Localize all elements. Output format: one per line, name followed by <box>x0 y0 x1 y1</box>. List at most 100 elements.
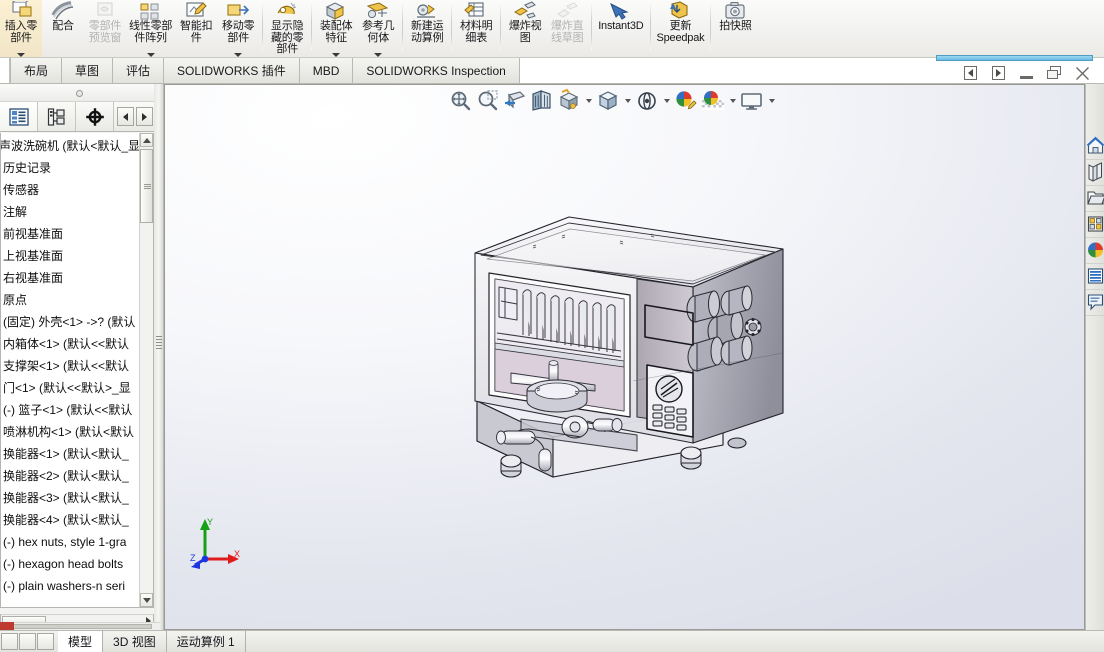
chevron-down-icon[interactable] <box>234 53 243 57</box>
panel-splitter[interactable] <box>154 84 164 630</box>
tree-item[interactable]: 换能器<3> (默认<默认_ <box>1 487 139 509</box>
file-explorer-icon[interactable] <box>1086 186 1104 212</box>
panel-pin-icon[interactable] <box>76 90 83 97</box>
explode-line-sketch-button[interactable]: 爆炸直 线草图 <box>546 0 588 57</box>
command-tab-0[interactable]: 布局 <box>10 58 63 83</box>
tree-item[interactable]: 原点 <box>1 289 139 311</box>
tree-item[interactable]: 换能器<2> (默认<默认_ <box>1 465 139 487</box>
section-view-icon[interactable] <box>502 88 528 114</box>
scroll-down-button[interactable] <box>140 593 153 607</box>
exploded-view-button[interactable]: 爆炸视 图 <box>504 0 546 57</box>
view-orientation-icon[interactable] <box>529 88 555 114</box>
display-style-dropdown[interactable] <box>583 88 594 114</box>
command-tab-1[interactable]: 草图 <box>62 58 114 83</box>
chevron-down-icon[interactable] <box>332 53 341 57</box>
document-tab-2[interactable]: 运动算例 1 <box>166 631 246 652</box>
show-hidden-components-button[interactable]: 显示隐 藏的零 部件 <box>266 0 308 57</box>
tree-item[interactable]: 支撑架<1> (默认<<默认 <box>1 355 139 377</box>
tree-item[interactable]: (固定) 外壳<1> ->? (默认 <box>1 311 139 333</box>
tree-item[interactable]: 门<1> (默认<<默认>_显 <box>1 377 139 399</box>
tree-item[interactable]: 前视基准面 <box>1 223 139 245</box>
tree-item[interactable]: 内箱体<1> (默认<<默认 <box>1 333 139 355</box>
tree-item[interactable]: 注解 <box>1 201 139 223</box>
tree-item[interactable]: (-) hex nuts, style 1-gra <box>1 531 139 553</box>
command-tab-2[interactable]: 评估 <box>113 58 165 83</box>
command-tab-5[interactable]: SOLIDWORKS Inspection <box>353 58 520 83</box>
restore-button[interactable] <box>1040 63 1068 83</box>
smart-fasteners-button[interactable]: 智能扣 件 <box>175 0 217 57</box>
hide-show-dropdown[interactable] <box>622 88 633 114</box>
display-monitor-dropdown[interactable] <box>766 88 777 114</box>
ultrasonic-dishwasher-model[interactable] <box>465 205 795 505</box>
command-tab-3[interactable]: SOLIDWORKS 插件 <box>164 58 300 83</box>
tree-item[interactable]: 历史记录 <box>1 157 139 179</box>
design-library-icon[interactable] <box>1086 290 1104 316</box>
new-motion-study-button[interactable]: 新建运 动算例 <box>406 0 448 57</box>
reference-geometry-button[interactable]: 参考几 何体 <box>357 0 399 57</box>
tree-item[interactable]: (-) plain washers-n seri <box>1 575 139 597</box>
close-button[interactable] <box>1068 63 1096 83</box>
take-snapshot-button[interactable]: 拍快照 <box>714 0 756 57</box>
appearances-library-icon[interactable] <box>1086 160 1104 186</box>
tree-item[interactable]: 换能器<4> (默认<默认_ <box>1 509 139 531</box>
move-component-button[interactable]: 移动零 部件 <box>217 0 259 57</box>
command-tab-4[interactable]: MBD <box>299 58 354 83</box>
display-style-icon[interactable] <box>556 88 582 114</box>
design-tree-vertical-scrollbar[interactable] <box>139 133 153 607</box>
document-tab-1[interactable]: 3D 视图 <box>103 631 167 652</box>
tree-item[interactable]: 传感器 <box>1 179 139 201</box>
tree-item[interactable]: 右视基准面 <box>1 267 139 289</box>
edit-appearance-dropdown[interactable] <box>661 88 672 114</box>
tab-scroll-next[interactable] <box>37 633 54 650</box>
document-tab-bar: 模型 3D 视图 运动算例 1 <box>0 630 1104 652</box>
graphics-viewport[interactable]: Y X Z <box>165 85 1084 629</box>
appearances-scenes-decals-icon[interactable] <box>1086 238 1104 264</box>
tree-item[interactable]: 上视基准面 <box>1 245 139 267</box>
feature-manager-design-tree-tab[interactable] <box>0 102 38 131</box>
scroll-up-button[interactable] <box>140 133 153 147</box>
update-speedpak-button[interactable]: 更新 Speedpak <box>654 0 708 57</box>
zoom-to-fit-icon[interactable] <box>448 88 474 114</box>
tree-item[interactable]: 喷淋机构<1> (默认<默认 <box>1 421 139 443</box>
tree-root-item[interactable]: 声波洗碗机 (默认<默认_显 <box>1 135 139 157</box>
display-monitor-icon[interactable] <box>739 88 765 114</box>
instant3d-button[interactable]: Instant3D <box>595 0 646 57</box>
hide-show-items-icon[interactable] <box>595 88 621 114</box>
linear-component-pattern-button[interactable]: 线性零部 件阵列 <box>126 0 175 57</box>
graphics-area[interactable]: Y X Z <box>164 84 1085 630</box>
chevron-down-icon[interactable] <box>17 53 25 57</box>
tab-scroll-prev[interactable] <box>19 633 36 650</box>
tab-scroll-first[interactable] <box>1 633 18 650</box>
custom-properties-icon[interactable] <box>1086 264 1104 290</box>
bill-of-materials-button[interactable]: 材料明 细表 <box>455 0 497 57</box>
scroll-thumb[interactable] <box>140 149 153 223</box>
minimize-button[interactable] <box>1012 63 1040 83</box>
document-tab-0[interactable]: 模型 <box>58 631 104 652</box>
panel-back-button[interactable] <box>117 107 134 126</box>
edit-appearance-icon[interactable] <box>634 88 660 114</box>
configuration-manager-tab[interactable] <box>76 102 114 131</box>
design-tree[interactable]: 声波洗碗机 (默认<默认_显 历史记录 传感器 注解 前视基准面 上视基准面 右视基准面 原点… <box>0 133 154 608</box>
ribbon-separator <box>402 2 404 50</box>
assembly-features-button[interactable]: 装配体 特征 <box>315 0 357 57</box>
zoom-to-area-icon[interactable] <box>475 88 501 114</box>
ribbon-group-3: 新建运 动算例 <box>406 0 448 57</box>
chevron-down-icon[interactable] <box>374 53 383 57</box>
view-home-icon[interactable] <box>1086 134 1104 160</box>
component-preview-window-button[interactable]: 零部件 预览窗 <box>84 0 126 57</box>
bottom-left-scroll[interactable] <box>0 622 160 630</box>
appearances-icon[interactable] <box>673 88 699 114</box>
view-palette-icon[interactable] <box>1086 212 1104 238</box>
tree-item[interactable]: (-) 篮子<1> (默认<<默认 <box>1 399 139 421</box>
mate-button[interactable]: 配合 <box>42 0 84 57</box>
doc-next-button[interactable] <box>984 63 1012 83</box>
insert-component-button[interactable]: 插入零 部件 <box>0 0 42 57</box>
chevron-down-icon[interactable] <box>146 53 155 57</box>
tree-item[interactable]: (-) hexagon head bolts <box>1 553 139 575</box>
scene-dropdown[interactable] <box>727 88 738 114</box>
property-manager-tab[interactable] <box>38 102 76 131</box>
panel-forward-button[interactable] <box>136 107 153 126</box>
doc-prev-button[interactable] <box>956 63 984 83</box>
tree-item[interactable]: 换能器<1> (默认<默认_ <box>1 443 139 465</box>
scene-icon[interactable] <box>700 88 726 114</box>
